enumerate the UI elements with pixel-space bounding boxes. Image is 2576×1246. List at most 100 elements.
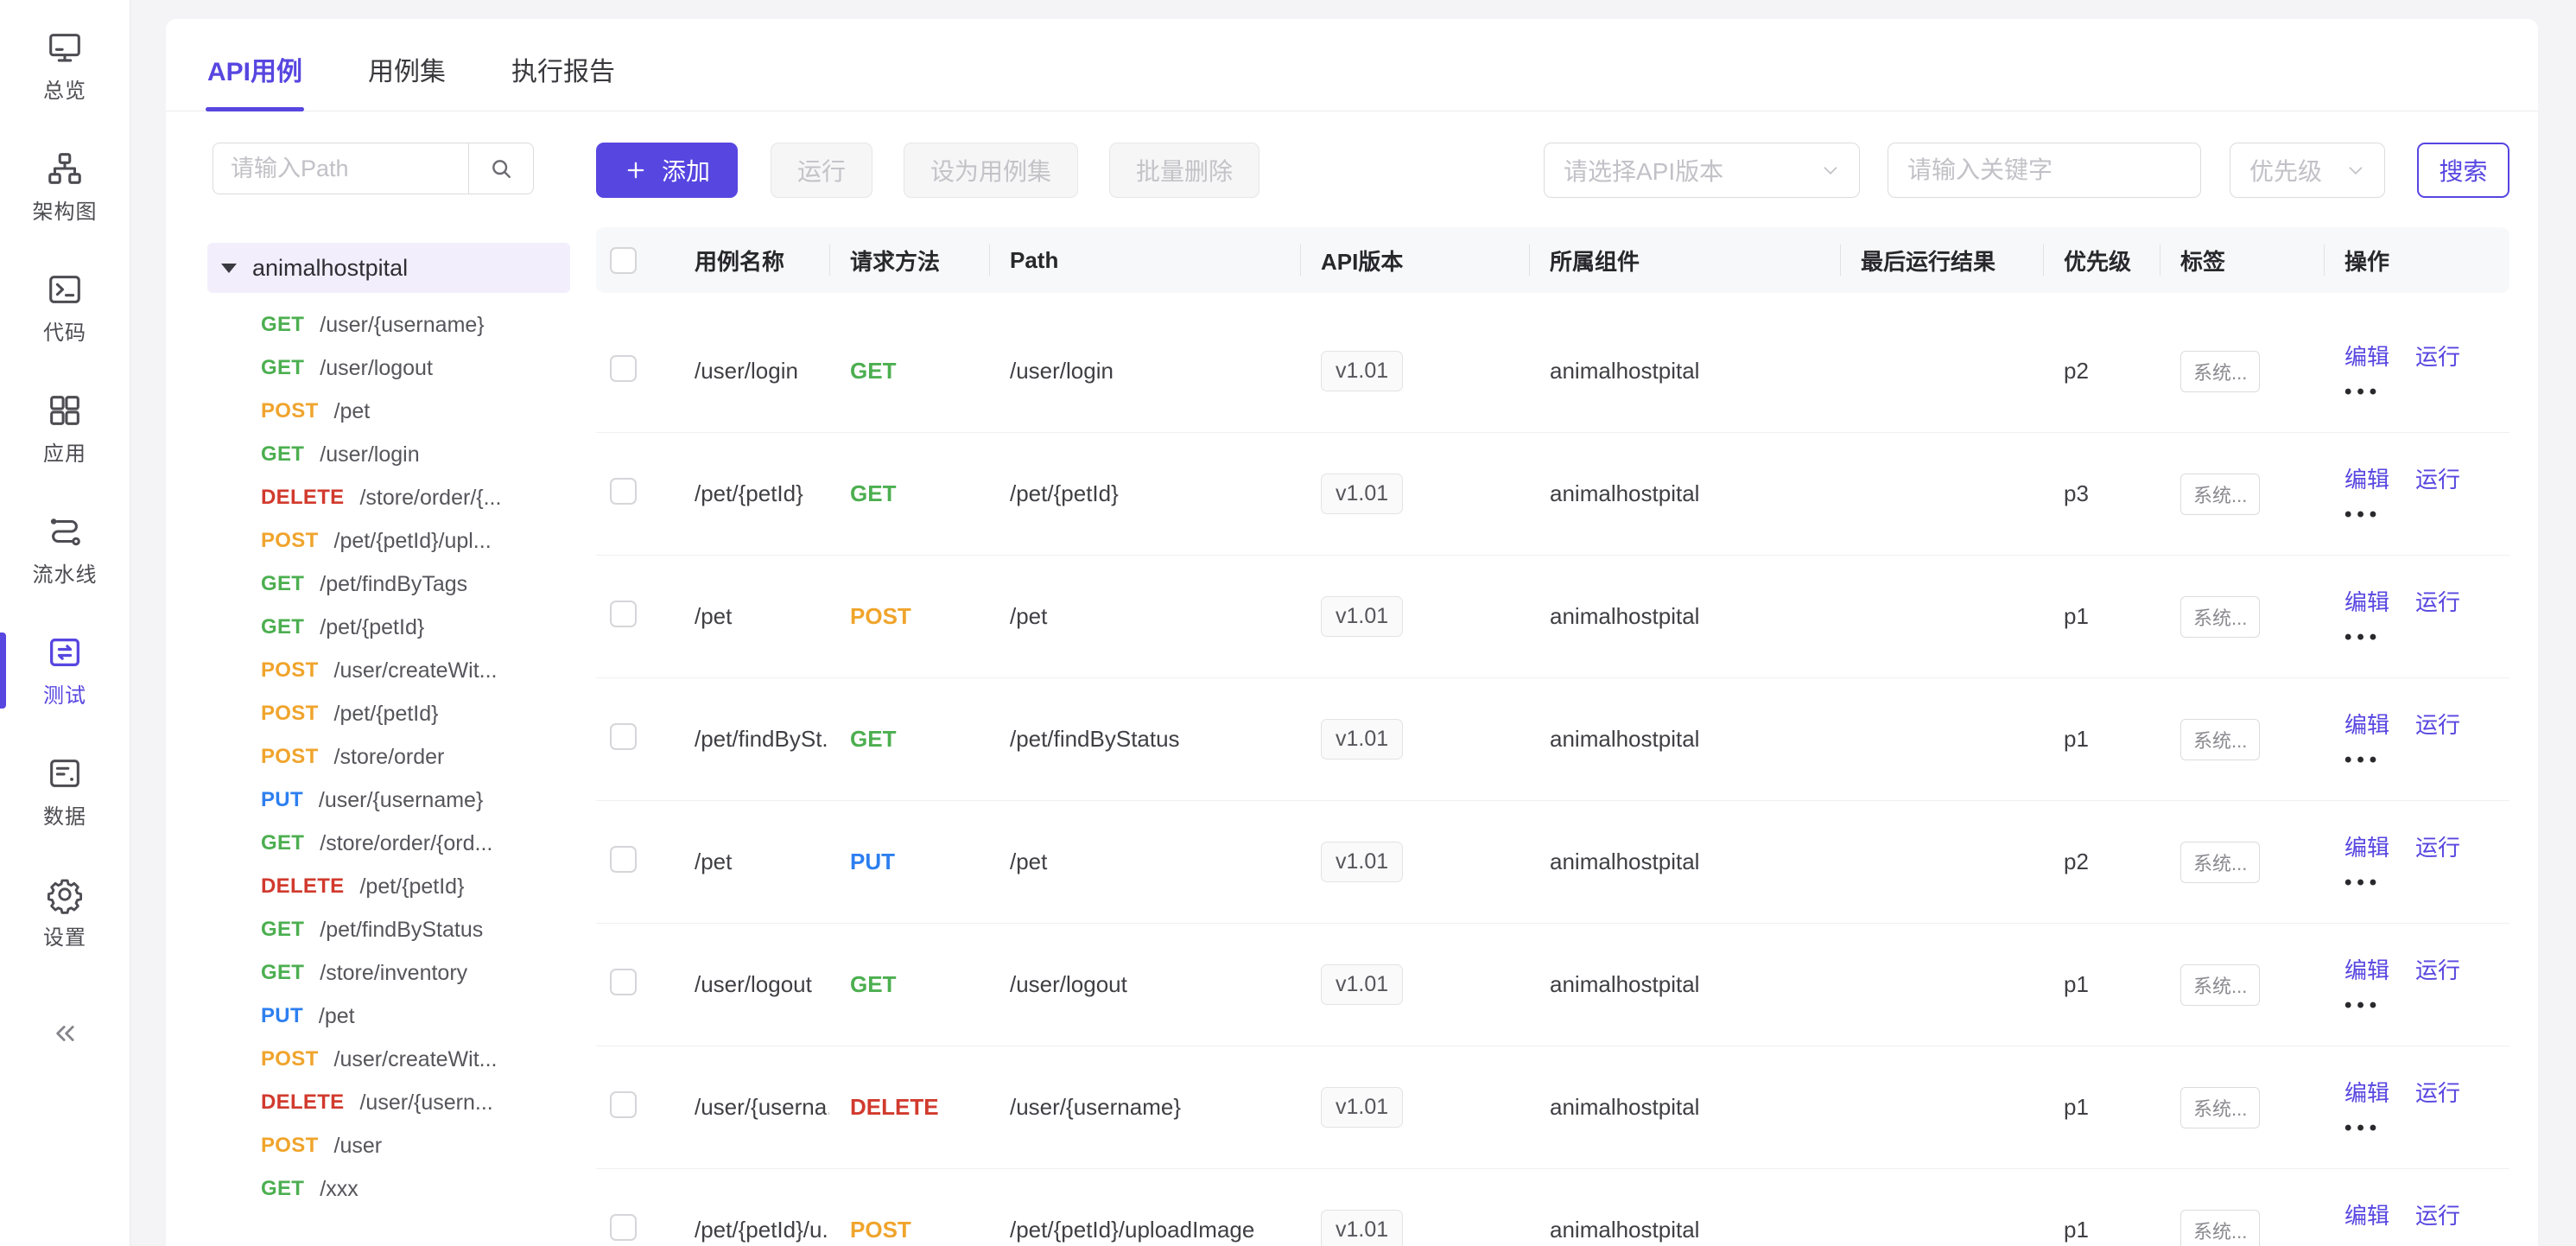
- tree-item[interactable]: PUT/pet: [207, 995, 570, 1038]
- row-checkbox[interactable]: [610, 723, 637, 750]
- edit-link[interactable]: 编辑: [2344, 830, 2389, 862]
- tree-item[interactable]: GET/user/login: [207, 433, 570, 476]
- select-all-checkbox[interactable]: [610, 247, 637, 274]
- keyword-input[interactable]: [1888, 143, 2201, 198]
- sidebar-item-apps[interactable]: 应用: [0, 368, 130, 489]
- search-button[interactable]: 搜索: [2417, 143, 2509, 198]
- endpoint-path: /pet/{petId}: [334, 702, 439, 727]
- more-icon[interactable]: •••: [2344, 1118, 2382, 1139]
- tree-item[interactable]: PUT/user/{username}: [207, 779, 570, 822]
- tree-item[interactable]: GET/user/{username}: [207, 303, 570, 346]
- action-links: 编辑运行: [2344, 462, 2486, 494]
- edit-link[interactable]: 编辑: [2344, 953, 2389, 985]
- method-label: GET: [261, 356, 304, 380]
- tree-item[interactable]: DELETE/user/{usern...: [207, 1081, 570, 1124]
- sidebar-collapse-button[interactable]: [0, 973, 130, 1094]
- priority-select[interactable]: 优先级: [2230, 143, 2385, 198]
- row-checkbox[interactable]: [610, 1091, 637, 1118]
- method-label: POST: [850, 1217, 911, 1243]
- sidebar-item-architecture[interactable]: 架构图: [0, 126, 130, 247]
- chevron-down-icon: [1819, 159, 1842, 181]
- more-icon[interactable]: •••: [2344, 995, 2382, 1016]
- tree-item[interactable]: GET/pet/findByTags: [207, 563, 570, 606]
- tree-item[interactable]: POST/store/order: [207, 735, 570, 779]
- path-search-input[interactable]: [213, 143, 468, 194]
- run-button[interactable]: 运行: [771, 143, 872, 198]
- table-body: /user/loginGET/user/loginv1.01animalhost…: [596, 310, 2509, 1246]
- more-icon[interactable]: •••: [2344, 382, 2382, 403]
- run-link[interactable]: 运行: [2415, 585, 2460, 617]
- tree-item[interactable]: GET/pet/{petId}: [207, 606, 570, 649]
- run-link[interactable]: 运行: [2415, 708, 2460, 740]
- col-method: 请求方法: [829, 243, 989, 277]
- run-link[interactable]: 运行: [2415, 1198, 2460, 1230]
- run-link[interactable]: 运行: [2415, 340, 2460, 372]
- row-checkbox[interactable]: [610, 1214, 637, 1241]
- tree-item[interactable]: GET/pet/findByStatus: [207, 908, 570, 951]
- tree-item[interactable]: POST/user/createWit...: [207, 649, 570, 692]
- tab-run-reports[interactable]: 执行报告: [511, 50, 615, 111]
- row-checkbox[interactable]: [610, 846, 637, 873]
- table-row: /user/loginGET/user/loginv1.01animalhost…: [596, 310, 2509, 433]
- add-button[interactable]: 添加: [596, 143, 738, 198]
- toolbar: 添加 运行 设为用例集 批量删除 请选择API版本 优先级: [596, 143, 2509, 198]
- tree-item[interactable]: DELETE/store/order/{...: [207, 476, 570, 519]
- tree-item[interactable]: POST/pet: [207, 390, 570, 433]
- batch-delete-button[interactable]: 批量删除: [1109, 143, 1259, 198]
- endpoint-path: /user/login: [320, 442, 419, 467]
- edit-link[interactable]: 编辑: [2344, 340, 2389, 372]
- more-icon[interactable]: •••: [2344, 505, 2382, 525]
- edit-link[interactable]: 编辑: [2344, 462, 2389, 494]
- row-checkbox[interactable]: [610, 355, 637, 382]
- sidebar-item-code[interactable]: 代码: [0, 247, 130, 368]
- sidebar-item-data[interactable]: 数据: [0, 731, 130, 852]
- tree-item[interactable]: POST/user: [207, 1124, 570, 1167]
- more-icon[interactable]: •••: [2344, 873, 2382, 893]
- actions-cell: 编辑运行 •••: [2324, 1198, 2509, 1246]
- sidebar-item-label: 架构图: [33, 194, 98, 225]
- more-icon[interactable]: •••: [2344, 750, 2382, 771]
- more-icon[interactable]: •••: [2344, 627, 2382, 648]
- sidebar-item-test[interactable]: 测试: [0, 610, 130, 731]
- tree-group-animalhostpital[interactable]: animalhostpital: [207, 243, 570, 293]
- edit-link[interactable]: 编辑: [2344, 708, 2389, 740]
- run-link[interactable]: 运行: [2415, 462, 2460, 494]
- tree-item[interactable]: GET/store/order/{ord...: [207, 822, 570, 865]
- tree-item[interactable]: POST/pet/{petId}/upl...: [207, 519, 570, 563]
- run-link[interactable]: 运行: [2415, 953, 2460, 985]
- version-badge: v1.01: [1321, 474, 1403, 514]
- run-link[interactable]: 运行: [2415, 830, 2460, 862]
- sidebar-item-settings[interactable]: 设置: [0, 852, 130, 973]
- path-cell: /pet/{petId}: [989, 480, 1300, 507]
- component-cell: animalhostpital: [1529, 971, 1840, 998]
- sidebar-item-overview[interactable]: 总览: [0, 5, 130, 126]
- sidebar-item-pipeline[interactable]: 流水线: [0, 489, 130, 610]
- tree-item[interactable]: GET/store/inventory: [207, 951, 570, 995]
- edit-link[interactable]: 编辑: [2344, 1198, 2389, 1230]
- api-version-cell: v1.01: [1300, 964, 1529, 1005]
- row-checkbox-cell: [596, 355, 674, 388]
- collapse-left-icon: [48, 1016, 82, 1051]
- tab-api-cases[interactable]: API用例: [207, 50, 302, 111]
- tree-item[interactable]: POST/pet/{petId}: [207, 692, 570, 735]
- path-search-button[interactable]: [468, 143, 534, 194]
- row-checkbox[interactable]: [610, 478, 637, 505]
- more-icon[interactable]: •••: [2344, 1241, 2382, 1246]
- set-suite-button[interactable]: 设为用例集: [904, 143, 1078, 198]
- component-cell: animalhostpital: [1529, 358, 1840, 385]
- tab-case-suites[interactable]: 用例集: [368, 50, 446, 111]
- edit-link[interactable]: 编辑: [2344, 1076, 2389, 1108]
- tree-item[interactable]: DELETE/pet/{petId}: [207, 865, 570, 908]
- tree-item[interactable]: GET/user/logout: [207, 346, 570, 390]
- tree-item[interactable]: POST/user/createWit...: [207, 1038, 570, 1081]
- action-links: 编辑运行: [2344, 340, 2486, 372]
- method-label: DELETE: [261, 874, 344, 899]
- row-checkbox[interactable]: [610, 601, 637, 627]
- api-version-select[interactable]: 请选择API版本: [1544, 143, 1860, 198]
- main-card: API用例 用例集 执行报告 animalhostpital: [166, 19, 2538, 1246]
- row-checkbox[interactable]: [610, 969, 637, 995]
- run-link[interactable]: 运行: [2415, 1076, 2460, 1108]
- tab-bar: API用例 用例集 执行报告: [166, 19, 2538, 111]
- edit-link[interactable]: 编辑: [2344, 585, 2389, 617]
- tree-item[interactable]: GET/xxx: [207, 1167, 570, 1211]
